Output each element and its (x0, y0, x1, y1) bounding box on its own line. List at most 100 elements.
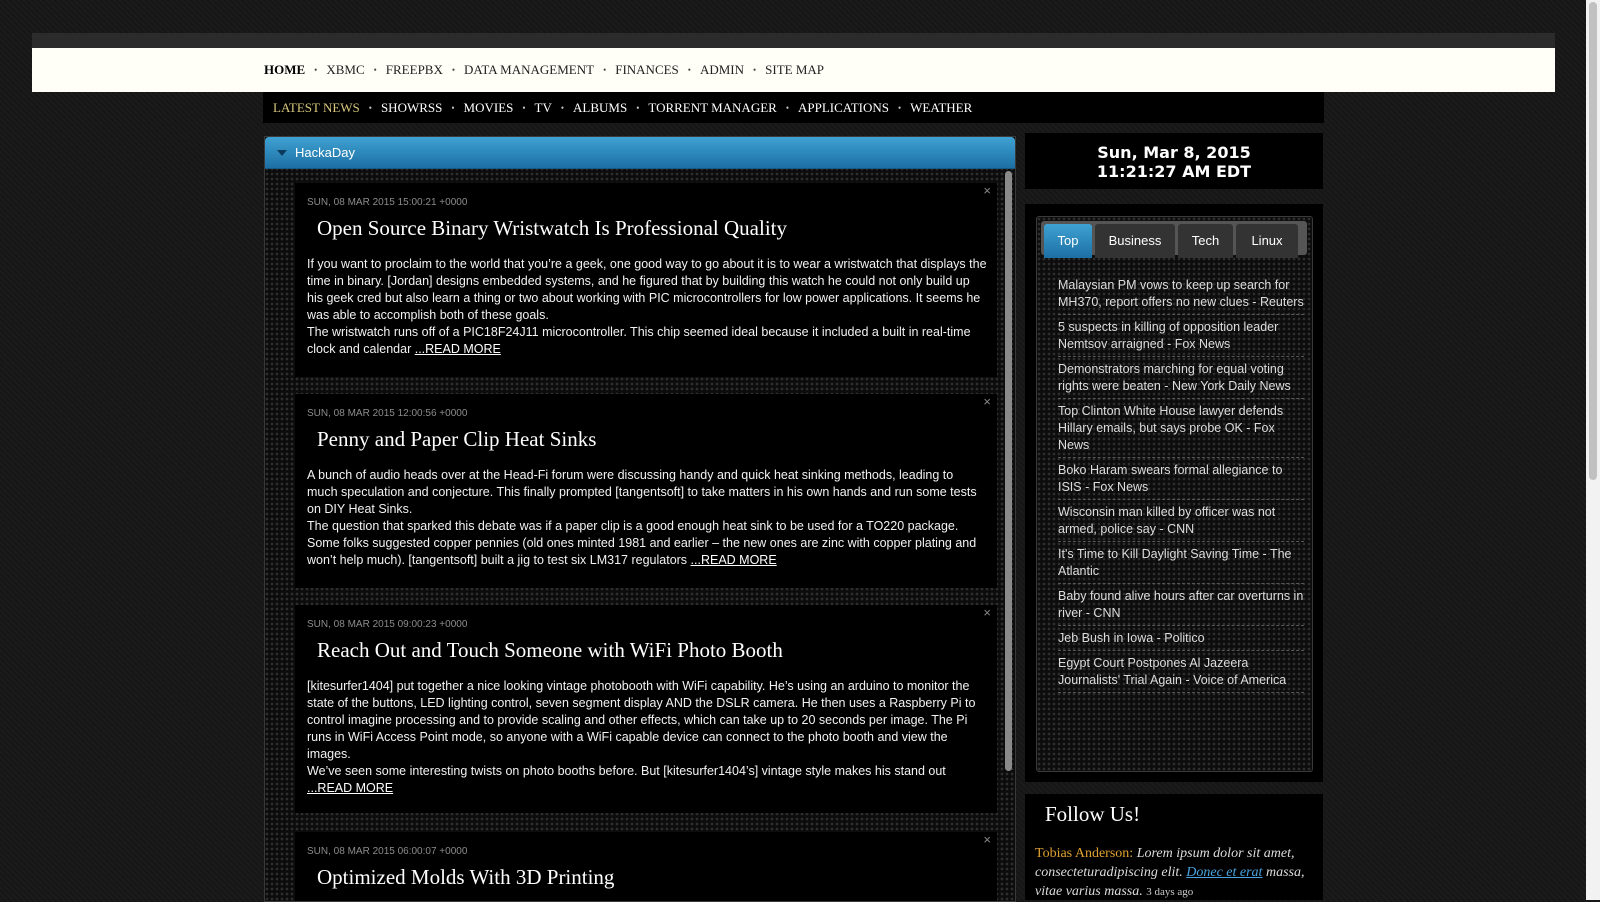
tweet-link[interactable]: Donec et erat (1186, 865, 1262, 880)
news-item[interactable]: 5 suspects in killing of opposition lead… (1058, 315, 1304, 357)
feed-scrollbar[interactable] (1005, 171, 1012, 771)
subnav-separator-glyph: • (898, 103, 902, 113)
clock-time: 11:21:27 AM EDT (1096, 162, 1252, 181)
subnav-item-albums[interactable]: ALBUMS (573, 100, 627, 116)
page-scrollbar[interactable] (1586, 0, 1600, 900)
read-more-link[interactable]: ...READ MORE (691, 553, 777, 567)
article-paragraph: The wristwatch runs off of a PIC18F24J11… (307, 324, 987, 358)
nav-separator-glyph: • (451, 65, 456, 75)
feed-header[interactable]: HackaDay (265, 137, 1015, 169)
subnav-separator-glyph: • (636, 103, 640, 113)
subnav-item-label[interactable]: TV (535, 100, 552, 116)
nav-item-admin[interactable]: ADMIN (700, 62, 744, 78)
nav-item-label[interactable]: FINANCES (615, 62, 679, 78)
subnav-item-label[interactable]: MOVIES (464, 100, 514, 116)
article-date: SUN, 08 MAR 2015 06:00:07 +0000 (307, 846, 468, 857)
subnav-item-label[interactable]: ALBUMS (573, 100, 627, 116)
news-item[interactable]: Egypt Court Postpones Al Jazeera Journal… (1058, 651, 1304, 693)
news-item[interactable]: Wisconsin man killed by officer was not … (1058, 500, 1304, 542)
subnav-item-label[interactable]: APPLICATIONS (798, 100, 889, 116)
nav-item-label[interactable]: HOME (264, 62, 305, 78)
nav-separator: • (443, 65, 464, 75)
article-paragraph: [kitesurfer1404] put together a nice loo… (307, 679, 976, 761)
close-icon[interactable]: × (983, 183, 991, 198)
subnav-item-movies[interactable]: MOVIES (464, 100, 514, 116)
nav-item-xbmc[interactable]: XBMC (326, 62, 364, 78)
tab-top[interactable]: Top (1044, 224, 1092, 258)
close-icon[interactable]: × (983, 394, 991, 409)
main-nav: HOME • XBMC • FREEPBX • DATA MANAGEMENT … (32, 48, 1555, 92)
nav-item-label[interactable]: XBMC (326, 62, 364, 78)
nav-item-freepbx[interactable]: FREEPBX (386, 62, 443, 78)
nav-item-home[interactable]: HOME (264, 62, 305, 78)
news-item[interactable]: Top Clinton White House lawyer defends H… (1058, 399, 1304, 458)
nav-separator: • (305, 65, 326, 75)
nav-separator: • (679, 65, 700, 75)
article-paragraph-text: We’ve seen some interesting twists on ph… (307, 764, 946, 778)
tweet-author[interactable]: Tobias Anderson: (1035, 846, 1133, 861)
collapse-triangle-icon[interactable] (277, 150, 287, 156)
nav-item-site-map[interactable]: SITE MAP (765, 62, 824, 78)
subnav-separator-glyph: • (785, 103, 789, 113)
page-scrollbar-thumb[interactable] (1589, 2, 1597, 480)
article-paragraph: The question that sparked this debate wa… (307, 518, 987, 569)
article-card: × SUN, 08 MAR 2015 12:00:56 +0000 Penny … (295, 394, 997, 588)
subnav-item-label[interactable]: LATEST NEWS (273, 100, 360, 116)
article-title[interactable]: Open Source Binary Wristwatch Is Profess… (317, 216, 787, 241)
news-list: Malaysian PM vows to keep up search for … (1058, 273, 1304, 693)
article-paragraph: A bunch of audio heads over at the Head-… (307, 468, 977, 516)
news-item[interactable]: Jeb Bush in Iowa - Politico (1058, 626, 1304, 651)
subnav-item-label[interactable]: WEATHER (910, 100, 972, 116)
follow-widget: Follow Us! Tobias Anderson: Lorem ipsum … (1025, 794, 1323, 900)
news-item[interactable]: Demonstrators marching for equal voting … (1058, 357, 1304, 399)
follow-heading: Follow Us! (1045, 802, 1141, 826)
subnav-item-torrent-manager[interactable]: TORRENT MANAGER (648, 100, 776, 116)
subnav-separator: • (513, 103, 534, 113)
article-date: SUN, 08 MAR 2015 12:00:56 +0000 (307, 408, 468, 419)
article-body: [kitesurfer1404] put together a nice loo… (307, 678, 987, 797)
nav-item-finances[interactable]: FINANCES (615, 62, 679, 78)
nav-item-label[interactable]: ADMIN (700, 62, 744, 78)
article-title[interactable]: Optimized Molds With 3D Printing (317, 865, 614, 890)
subnav-item-weather[interactable]: WEATHER (910, 100, 972, 116)
subnav-item-applications[interactable]: APPLICATIONS (798, 100, 889, 116)
nav-separator: • (744, 65, 765, 75)
nav-item-label[interactable]: SITE MAP (765, 62, 824, 78)
news-item[interactable]: Malaysian PM vows to keep up search for … (1058, 273, 1304, 315)
article-body: If you want to proclaim to the world tha… (307, 256, 987, 358)
clock-date: Sun, Mar 8, 2015 (1097, 143, 1251, 162)
read-more-link[interactable]: ...READ MORE (415, 342, 501, 356)
hackaday-feed-panel: HackaDay × SUN, 08 MAR 2015 15:00:21 +00… (264, 136, 1016, 902)
close-icon[interactable]: × (983, 832, 991, 847)
feed-scrollbar-thumb[interactable] (1005, 171, 1012, 771)
tab-tech[interactable]: Tech (1178, 224, 1233, 258)
nav-separator-glyph: • (314, 65, 318, 75)
read-more-link[interactable]: ...READ MORE (307, 781, 393, 795)
subnav-item-latest-news[interactable]: LATEST NEWS (273, 100, 360, 116)
article-title[interactable]: Reach Out and Touch Someone with WiFi Ph… (317, 638, 783, 663)
news-item[interactable]: Boko Haram swears formal allegiance to I… (1058, 458, 1304, 500)
nav-separator: • (365, 65, 386, 75)
news-item[interactable]: It's Time to Kill Daylight Saving Time -… (1058, 542, 1304, 584)
news-widget: Top Business Tech Linux Malaysian PM vow… (1025, 204, 1323, 782)
nav-item-label[interactable]: FREEPBX (386, 62, 443, 78)
nav-item-data-management[interactable]: DATA MANAGEMENT (464, 62, 594, 78)
nav-separator-glyph: • (753, 65, 757, 75)
subnav-item-label[interactable]: TORRENT MANAGER (648, 100, 776, 116)
subnav-separator-glyph: • (522, 103, 526, 113)
subnav-item-showrss[interactable]: SHOWRSS (381, 100, 442, 116)
news-item[interactable]: Baby found alive hours after car overtur… (1058, 584, 1304, 626)
nav-separator-glyph: • (687, 65, 691, 75)
nav-item-label[interactable]: DATA MANAGEMENT (464, 62, 594, 78)
article-paragraph: If you want to proclaim to the world tha… (307, 257, 987, 322)
tab-business[interactable]: Business (1095, 224, 1175, 258)
subnav-item-label[interactable]: SHOWRSS (381, 100, 442, 116)
tab-linux[interactable]: Linux (1236, 224, 1298, 258)
subnav-separator-glyph: • (451, 103, 455, 113)
subnav-item-tv[interactable]: TV (535, 100, 552, 116)
article-paragraph: We’ve seen some interesting twists on ph… (307, 763, 987, 797)
close-icon[interactable]: × (983, 605, 991, 620)
article-card: × SUN, 08 MAR 2015 06:00:07 +0000 Optimi… (295, 832, 997, 901)
news-widget-inner: Top Business Tech Linux Malaysian PM vow… (1036, 216, 1313, 772)
article-title[interactable]: Penny and Paper Clip Heat Sinks (317, 427, 596, 452)
